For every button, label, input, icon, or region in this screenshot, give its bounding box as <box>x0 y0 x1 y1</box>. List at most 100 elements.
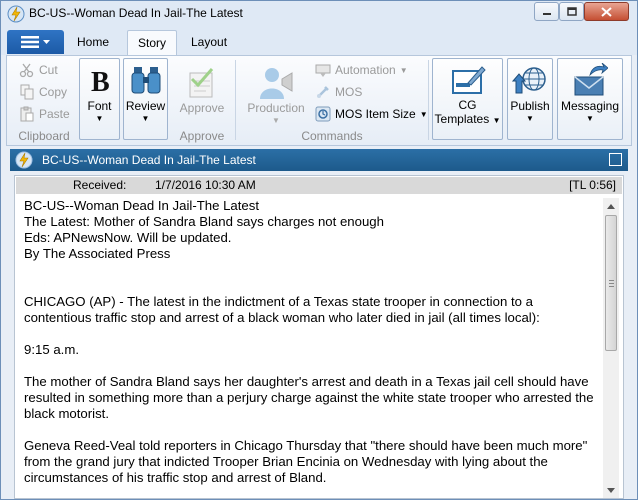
copy-label: Copy <box>39 85 68 99</box>
tab-home[interactable]: Home <box>67 30 119 55</box>
messaging-button[interactable]: Messaging ▼ <box>557 58 623 140</box>
chevron-down-icon: ▼ <box>526 114 534 123</box>
cg-templates-label-line2-row: Templates ▼ <box>435 112 501 128</box>
publish-button[interactable]: Publish ▼ <box>507 58 553 140</box>
story-duration: [TL 0:56] <box>569 178 616 192</box>
popout-icon[interactable] <box>609 153 622 166</box>
cg-templates-label-line2: Templates <box>434 112 490 126</box>
story-paragraph: Geneva Reed-Veal told reporters in Chica… <box>24 438 588 485</box>
received-timestamp: 1/7/2016 10:30 AM <box>155 178 256 192</box>
paste-button[interactable]: Paste <box>19 104 70 124</box>
chevron-up-icon <box>607 203 615 209</box>
story-byline: By The Associated Press <box>24 246 171 261</box>
clipboard-group-label: Clipboard <box>18 129 70 143</box>
review-button[interactable]: Review ▼ <box>123 58 168 140</box>
approve-group: Approve Approve <box>173 58 231 144</box>
production-label: Production <box>247 101 305 115</box>
scroll-thumb[interactable] <box>605 215 617 351</box>
production-person-icon <box>260 68 293 99</box>
approve-label: Approve <box>179 101 225 115</box>
cg-templates-button[interactable]: CG Templates ▼ <box>432 58 503 140</box>
binoculars-icon <box>131 67 160 94</box>
maximize-button[interactable] <box>559 2 584 21</box>
chevron-down-icon: ▼ <box>399 65 408 75</box>
production-button[interactable]: Production ▼ <box>241 60 311 126</box>
tab-layout[interactable]: Layout <box>181 30 237 55</box>
minimize-icon <box>542 12 551 15</box>
app-menu-button[interactable] <box>7 30 64 54</box>
font-label: Font <box>87 99 112 113</box>
story-headline: The Latest: Mother of Sandra Bland says … <box>24 214 384 229</box>
clipboard-group: Cut Copy Paste Clipboard <box>9 58 79 144</box>
approve-group-label: Approve <box>179 129 225 143</box>
chevron-down-icon: ▼ <box>141 114 150 123</box>
cg-templates-icon <box>451 66 486 94</box>
font-button[interactable]: B Font ▼ <box>79 58 120 140</box>
story-paragraph: The mother of Sandra Bland says her daug… <box>24 374 594 421</box>
grip-line <box>609 283 614 284</box>
story-paragraph: CHICAGO (AP) - The latest in the indictm… <box>24 294 540 325</box>
story-timestamp: 9:15 a.m. <box>24 342 79 357</box>
document-panel: Received: 1/7/2016 10:30 AM [TL 0:56] BC… <box>10 171 628 499</box>
hamburger-menu-icon <box>21 36 39 48</box>
lightning-app-icon <box>7 5 25 23</box>
grip-line <box>609 280 614 281</box>
cut-button[interactable]: Cut <box>19 60 58 80</box>
ribbon-divider <box>235 60 236 140</box>
review-label: Review <box>125 99 166 113</box>
chevron-down-icon: ▼ <box>492 116 501 125</box>
mos-item-size-label: MOS Item Size <box>335 107 416 121</box>
window-title: BC-US--Woman Dead In Jail-The Latest <box>29 6 243 20</box>
commands-group-label: Commands <box>301 129 363 143</box>
publish-label: Publish <box>510 99 550 113</box>
commands-group: Production ▼ Automation ▼ MOS MOS Item S… <box>239 58 428 144</box>
paste-label: Paste <box>39 107 70 121</box>
maximize-icon <box>566 7 577 16</box>
automation-button[interactable]: Automation ▼ <box>315 60 408 80</box>
approve-button[interactable]: Approve <box>175 60 229 122</box>
ribbon-divider <box>428 60 429 140</box>
minimize-button[interactable] <box>534 2 559 21</box>
mos-plug-icon <box>317 86 329 98</box>
messaging-envelope-icon <box>574 63 608 96</box>
mos-label: MOS <box>335 85 363 99</box>
close-button[interactable] <box>584 2 629 21</box>
ribbon-tabs: Home Story Layout <box>1 27 637 55</box>
copy-button[interactable]: Copy <box>19 82 67 102</box>
svg-text:B: B <box>91 67 110 98</box>
mos-button[interactable]: MOS <box>315 82 362 102</box>
paste-icon <box>20 106 34 122</box>
mos-item-size-button[interactable]: MOS Item Size ▼ <box>315 104 428 124</box>
vertical-scrollbar[interactable] <box>603 198 619 498</box>
chevron-down-icon: ▼ <box>586 114 594 123</box>
font-bold-icon: B <box>91 67 110 98</box>
approve-check-icon <box>189 68 214 98</box>
publish-globe-icon <box>512 67 546 94</box>
app-window: BC-US--Woman Dead In Jail-The Latest Hom… <box>0 0 638 500</box>
story-body[interactable]: BC-US--Woman Dead In Jail-The Latest The… <box>24 198 598 486</box>
automation-label: Automation <box>335 63 396 77</box>
grip-line <box>609 286 614 287</box>
chevron-down-icon: ▼ <box>95 114 104 123</box>
received-label: Received: <box>73 178 127 192</box>
tab-story[interactable]: Story <box>127 30 178 55</box>
chevron-down-icon <box>607 487 615 493</box>
story-slug: BC-US--Woman Dead In Jail-The Latest <box>24 198 260 213</box>
chevron-down-icon: ▼ <box>419 109 428 119</box>
received-bar: Received: 1/7/2016 10:30 AM [TL 0:56] <box>16 177 622 194</box>
scroll-down-button[interactable] <box>603 482 619 498</box>
scroll-up-button[interactable] <box>603 198 619 214</box>
close-icon <box>601 6 612 17</box>
scissors-icon <box>19 63 34 78</box>
story-eds-note: Eds: APNewsNow. Will be updated. <box>24 230 232 245</box>
copy-icon <box>20 84 34 100</box>
ribbon-panel: Cut Copy Paste Clipboard B Font ▼ Review… <box>6 55 632 146</box>
messaging-label: Messaging <box>560 99 620 113</box>
story-viewer[interactable]: Received: 1/7/2016 10:30 AM [TL 0:56] BC… <box>14 175 624 499</box>
document-title: BC-US--Woman Dead In Jail-The Latest <box>42 153 256 167</box>
cg-templates-label-line1: CG <box>458 98 477 112</box>
